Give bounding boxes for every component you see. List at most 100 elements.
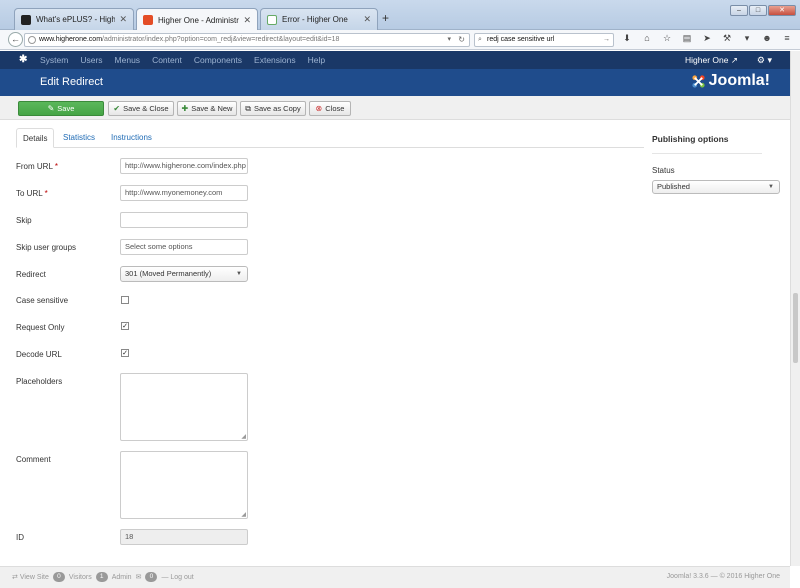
close-window-icon[interactable]: ✕ [768,5,796,16]
joomla-brand-logo: Joomla! [691,72,770,90]
menu-content[interactable]: Content [152,51,182,69]
resize-grip-icon[interactable]: ◢ [241,433,246,440]
site-link[interactable]: Higher One ↗ [685,51,738,69]
reload-icon[interactable]: ↻ [458,34,465,46]
search-value: redj case sensitive url [487,36,555,43]
scrollbar-thumb[interactable] [793,293,798,363]
send-icon[interactable]: ➤ [700,33,714,44]
url-bar[interactable]: www.higherone.com/administrator/index.ph… [24,33,470,47]
new-tab-button[interactable]: + [382,11,389,25]
bookmark-star-icon[interactable]: ☆ [660,33,674,44]
menu-menus[interactable]: Menus [115,51,141,69]
save-as-copy-button[interactable]: ⧉ Save as Copy [240,101,306,116]
close-tab-icon[interactable]: ✕ [243,15,251,26]
admin-label: Admin [111,573,132,581]
url-dropdown-icon[interactable]: ▾ [447,34,451,46]
resize-grip-icon[interactable]: ◢ [241,511,246,518]
search-bar[interactable]: ⌕ redj case sensitive url → [474,33,614,47]
menu-users[interactable]: Users [80,51,102,69]
browser-tab-bar: What's ePLUS? - Higher One ✕ Higher One … [0,0,800,31]
case-sensitive-checkbox[interactable] [121,296,129,304]
home-icon[interactable]: ⌂ [640,33,654,44]
visitors-label: Visitors [68,573,92,581]
save-button[interactable]: ✎ Save [18,101,104,116]
menu-components[interactable]: Components [194,51,242,69]
close-button[interactable]: ⊗ Close [309,101,351,116]
redirect-select[interactable]: 301 (Moved Permanently) ▼ [120,266,248,282]
save-new-button[interactable]: ✚ Save & New [177,101,237,116]
edit-tabs: Details Statistics Instructions [16,128,644,148]
decode-url-checkbox[interactable]: ✓ [121,349,129,357]
close-tab-icon[interactable]: ✕ [119,14,127,25]
maximize-icon[interactable]: □ [749,5,767,16]
status-select[interactable]: Published ▼ [652,180,780,194]
visitors-count-badge: 0 [52,572,65,582]
tab-statistics[interactable]: Statistics [57,128,101,148]
admin-top-menu: ✱ System Users Menus Content Components … [0,51,790,69]
search-icon: ⌕ [478,36,482,43]
placeholders-textarea[interactable]: ◢ [120,373,248,441]
request-only-checkbox[interactable]: ✓ [121,322,129,330]
url-host: www.higherone.com [39,36,103,43]
menu-extensions[interactable]: Extensions [254,51,296,69]
status-footer: ⇄ View Site 0 Visitors 1 Admin ✉ 0 — Log… [0,566,790,588]
page-favicon-icon [267,14,277,25]
browser-toolbar-icons: ⬇ ⌂ ☆ ▤ ➤ ⚒ ▾ ☻ ≡ [620,33,794,44]
comment-label: Comment [16,455,51,464]
mail-icon[interactable]: ✉ [136,573,142,581]
from-url-label: From URL * [16,162,58,171]
to-url-input[interactable]: http://www.myonemoney.com [120,185,248,201]
view-site-link[interactable]: ⇄ View Site [12,573,49,581]
skip-user-groups-select[interactable]: Select some options [120,239,248,255]
version-text: Joomla! 3.3.6 — © 2016 Higher One [666,573,780,580]
browser-tab-active[interactable]: Higher One - Administrati... ✕ [136,8,258,31]
plus-icon: ✚ [181,104,189,113]
menu-help[interactable]: Help [308,51,325,69]
joomla-small-logo-icon[interactable]: ✱ [19,54,30,65]
joomla-favicon-icon [143,15,153,25]
tools-icon[interactable]: ⚒ [720,33,734,44]
decode-url-label: Decode URL [16,350,62,359]
save-close-button[interactable]: ✔ Save & Close [108,101,174,116]
eplus-favicon-icon [21,14,31,25]
chevron-down-icon: ▼ [768,184,774,190]
from-url-input[interactable]: http://www.higherone.com/index.php [120,158,248,174]
tab-instructions[interactable]: Instructions [105,128,158,148]
admin-count-badge: 1 [95,572,108,582]
close-tab-icon[interactable]: ✕ [363,14,371,25]
search-go-icon[interactable]: → [603,34,610,46]
skip-label: Skip [16,216,32,225]
globe-icon [28,36,36,44]
back-arrow-icon[interactable]: ← [8,32,23,47]
url-path: /administrator/index.php?option=com_redj… [102,36,340,43]
menu-system[interactable]: System [40,51,68,69]
user-settings-gear-icon[interactable]: ⚙ ▾ [757,51,772,69]
request-only-label: Request Only [16,323,65,332]
required-mark: * [54,162,58,171]
download-icon[interactable]: ⬇ [620,33,634,44]
external-link-icon: ⇄ [12,574,18,581]
status-label: Status [652,166,675,175]
minimize-icon[interactable]: – [730,5,748,16]
dropdown-icon[interactable]: ▾ [740,33,754,44]
hamburger-menu-icon[interactable]: ≡ [780,33,794,44]
comment-textarea[interactable]: ◢ [120,451,248,519]
id-field: 18 [120,529,248,545]
required-mark: * [44,189,48,198]
reader-icon[interactable]: ▤ [680,33,694,44]
skip-input[interactable] [120,212,248,228]
skip-user-groups-label: Skip user groups [16,243,77,252]
window-controls: – □ ✕ [730,5,796,16]
close-circle-icon: ⊗ [315,104,323,113]
browser-tab[interactable]: What's ePLUS? - Higher One ✕ [14,8,134,30]
minus-icon: — [161,573,169,581]
page-scrollbar[interactable] [790,51,800,566]
messages-count-badge: 0 [145,572,158,582]
browser-tab[interactable]: Error - Higher One ✕ [260,8,378,30]
logout-link[interactable]: — Log out [161,574,193,581]
tab-details[interactable]: Details [16,128,55,148]
chat-icon[interactable]: ☻ [760,33,774,44]
id-label: ID [16,533,24,542]
joomla-logo-icon [692,74,705,88]
action-toolbar: ✎ Save ✔ Save & Close ✚ Save & New ⧉ Save as… [0,96,790,120]
